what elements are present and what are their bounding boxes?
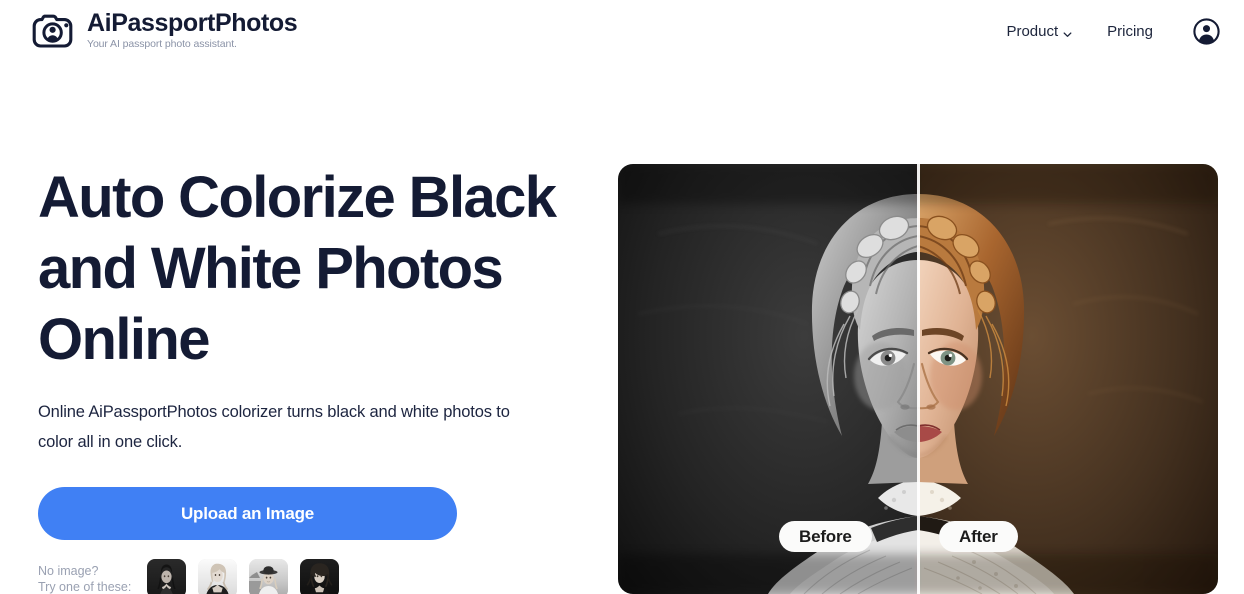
- sample-images-row: No image? Try one of these:: [38, 559, 594, 594]
- upload-an-image-button[interactable]: Upload an Image: [38, 487, 457, 540]
- sample-thumb-1[interactable]: [147, 559, 187, 594]
- brand-name: AiPassportPhotos: [87, 9, 298, 38]
- after-badge: After: [939, 521, 1018, 552]
- nav-item-pricing-label: Pricing: [1107, 22, 1153, 40]
- brand-tagline: Your AI passport photo assistant.: [87, 38, 237, 51]
- account-avatar-button[interactable]: [1193, 17, 1220, 45]
- upload-button-label: Upload an Image: [180, 503, 315, 523]
- sample-thumb-3[interactable]: [249, 559, 289, 594]
- sample-thumb-2[interactable]: [198, 559, 238, 594]
- sample-images-prompt: No image? Try one of these:: [38, 559, 131, 594]
- brand-logo-link[interactable]: AiPassportPhotos Your AI passport photo …: [30, 9, 298, 52]
- sample-prompt-line-1: No image?: [38, 564, 99, 578]
- chevron-down-icon: [1062, 27, 1073, 38]
- account-avatar-icon: [1193, 17, 1220, 45]
- nav-item-product-label: Product: [1006, 22, 1059, 40]
- nav-item-pricing[interactable]: Pricing: [1107, 23, 1153, 40]
- page-title: Auto Colorize Black and White Photos Onl…: [38, 165, 557, 372]
- sample-prompt-line-2: Try one of these:: [38, 580, 132, 594]
- site-header: AiPassportPhotos Your AI passport photo …: [0, 0, 1244, 62]
- sample-thumb-4[interactable]: [300, 559, 340, 594]
- before-after-comparison-image[interactable]: Before After: [618, 164, 1218, 594]
- hero-copy: Auto Colorize Black and White Photos Onl…: [38, 162, 594, 594]
- main-navigation: Product Pricing: [1006, 17, 1220, 45]
- before-badge: Before: [779, 521, 872, 552]
- camera-portrait-icon: [30, 12, 76, 50]
- hero-section: Auto Colorize Black and White Photos Onl…: [0, 62, 1244, 594]
- hero-subtitle: Online AiPassportPhotos colorizer turns …: [38, 403, 510, 451]
- sample-thumbnail-list: [147, 559, 340, 594]
- nav-item-product[interactable]: Product: [1006, 23, 1073, 40]
